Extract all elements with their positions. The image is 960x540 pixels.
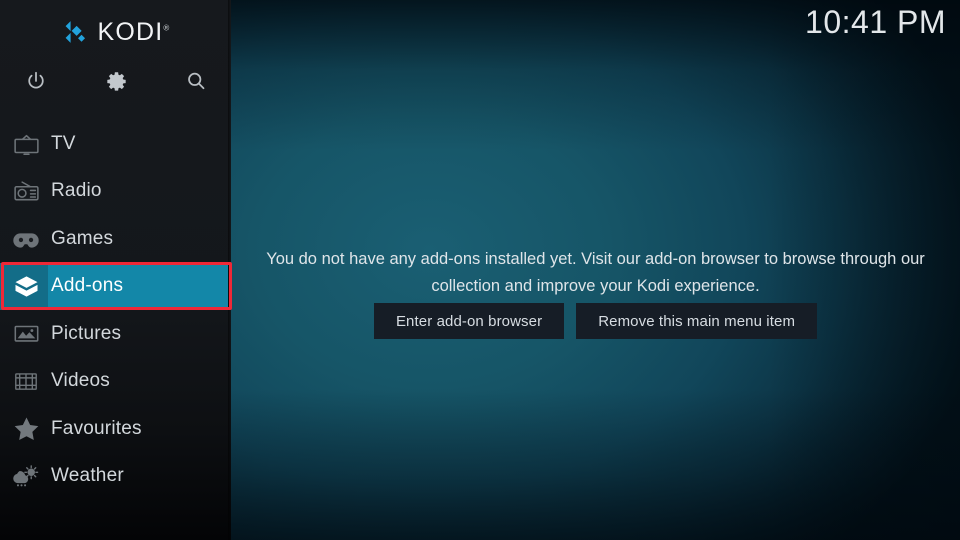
sidebar-item-label: Videos [51, 370, 110, 392]
sidebar-item-label: Radio [51, 180, 102, 202]
sidebar-item-label: Games [51, 227, 114, 249]
sidebar-item-videos[interactable]: Videos [0, 358, 231, 406]
sidebar-item-label: Pictures [51, 322, 122, 344]
gear-icon[interactable] [97, 62, 135, 100]
power-icon[interactable] [17, 62, 55, 100]
sidebar-item-weather[interactable]: Weather [0, 453, 231, 501]
sidebar-item-tv[interactable]: TV [0, 120, 231, 168]
sidebar-item-pictures[interactable]: Pictures [0, 310, 231, 358]
enter-addon-browser-button[interactable]: Enter add-on browser [373, 303, 565, 339]
picture-icon [0, 310, 48, 358]
remove-main-menu-item-button[interactable]: Remove this main menu item [576, 303, 818, 339]
sidebar-item-label: Weather [51, 465, 124, 487]
addons-box-icon [0, 263, 48, 311]
main-content: You do not have any add-ons installed ye… [231, 0, 960, 540]
film-icon [0, 358, 48, 406]
star-icon [0, 405, 48, 453]
sidebar: KODI® TV Radio Games Add-ons Pictures Vi… [0, 0, 231, 540]
sidebar-item-games[interactable]: Games [0, 215, 231, 263]
empty-state-message: You do not have any add-ons installed ye… [266, 250, 925, 295]
kodi-logo-icon [66, 21, 86, 43]
sidebar-item-radio[interactable]: Radio [0, 168, 231, 216]
kodi-logo: KODI® [0, 14, 231, 50]
search-icon[interactable] [177, 62, 215, 100]
kodi-home-screen: 10:41 PM You do not have any add-ons ins… [0, 0, 960, 540]
sidebar-item-label: TV [51, 132, 76, 154]
sidebar-item-favourites[interactable]: Favourites [0, 405, 231, 453]
radio-icon [0, 168, 48, 216]
weather-icon [0, 453, 48, 501]
sidebar-item-label: Favourites [51, 417, 142, 439]
tv-icon [0, 120, 48, 168]
sidebar-item-addons[interactable]: Add-ons [0, 262, 231, 311]
sidebar-menu: TV Radio Games Add-ons Pictures Videos F… [0, 120, 231, 500]
kodi-wordmark: KODI® [97, 17, 171, 46]
sidebar-top-icon-row [0, 62, 231, 100]
sidebar-item-label: Add-ons [51, 275, 124, 297]
gamepad-icon [0, 215, 48, 263]
action-button-row: Enter add-on browser Remove this main me… [231, 303, 960, 339]
